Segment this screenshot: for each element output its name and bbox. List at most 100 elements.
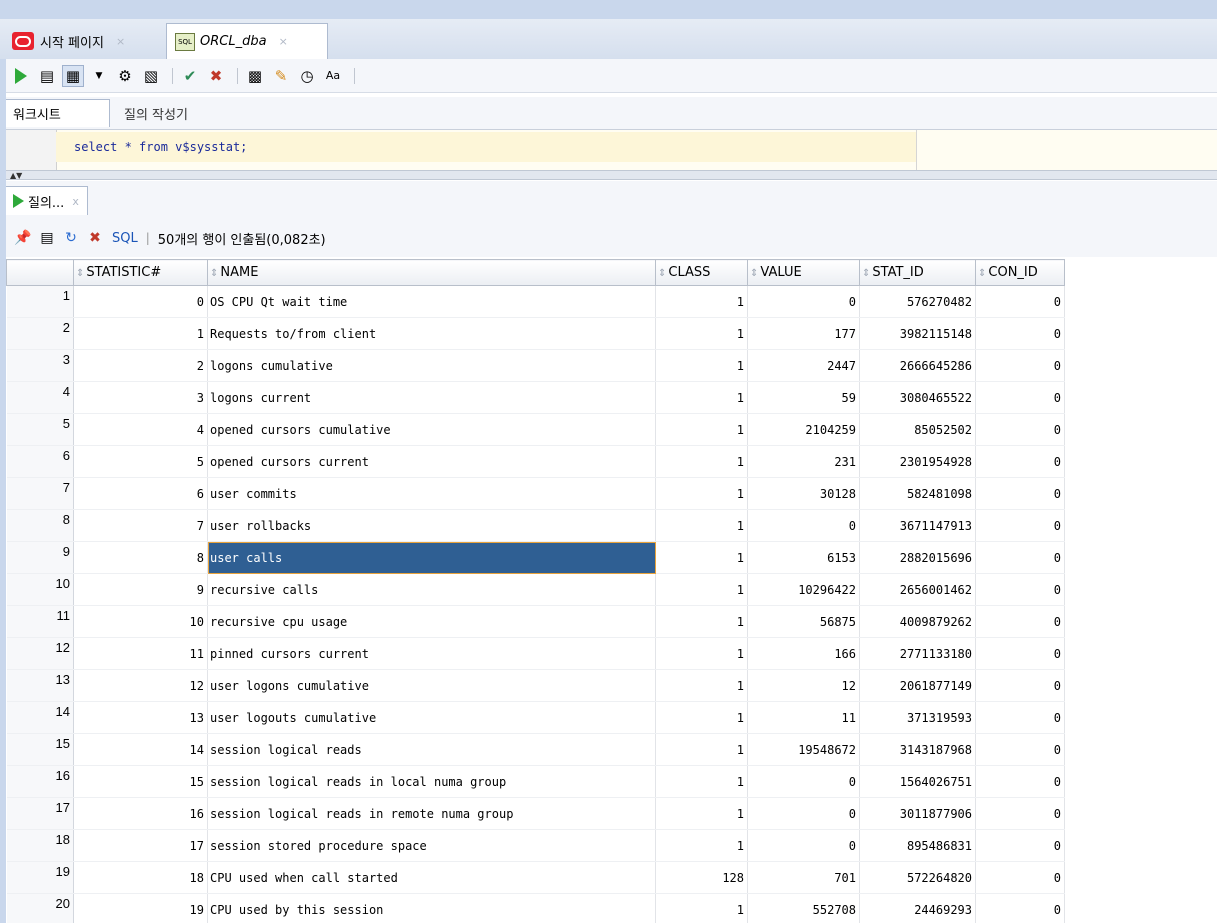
- table-row[interactable]: 2 1 Requests to/from client 1 177 3982115148 0: [6, 317, 1065, 350]
- cell-con-id[interactable]: 0: [975, 701, 1065, 734]
- column-header-statistic[interactable]: ⇕ STATISTIC#: [73, 259, 208, 286]
- cell-statistic[interactable]: 6: [73, 477, 208, 510]
- table-row[interactable]: 6 5 opened cursors current 1 231 2301954928 0: [6, 445, 1065, 478]
- table-row[interactable]: 13 12 user logons cumulative 1 12 2061877149 0: [6, 669, 1065, 702]
- cell-con-id[interactable]: 0: [975, 733, 1065, 766]
- table-row[interactable]: 20 19 CPU used by this session 1 552708 24469…: [6, 893, 1065, 923]
- cell-statistic[interactable]: 10: [73, 605, 208, 638]
- cell-class[interactable]: 1: [655, 765, 748, 798]
- cell-class[interactable]: 1: [655, 349, 748, 382]
- cell-class[interactable]: 1: [655, 317, 748, 350]
- cell-statistic[interactable]: 2: [73, 349, 208, 382]
- cell-con-id[interactable]: 0: [975, 669, 1065, 702]
- cell-value[interactable]: 11: [747, 701, 860, 734]
- autotrace-button[interactable]: ▦: [62, 64, 84, 87]
- cell-name[interactable]: recursive calls: [207, 573, 656, 606]
- cell-name[interactable]: session logical reads in remote numa gro…: [207, 797, 656, 830]
- cell-class[interactable]: 1: [655, 669, 748, 702]
- cell-statistic[interactable]: 18: [73, 861, 208, 894]
- pin-icon[interactable]: 📌: [14, 229, 32, 247]
- commit-button[interactable]: ✔: [179, 65, 201, 87]
- cell-con-id[interactable]: 0: [975, 765, 1065, 798]
- table-row[interactable]: 5 4 opened cursors cumulative 1 2104259 85052…: [6, 413, 1065, 446]
- print-icon[interactable]: ▤: [38, 229, 56, 247]
- cell-name[interactable]: user calls: [207, 541, 656, 574]
- column-header-class[interactable]: ⇕ CLASS: [655, 259, 748, 286]
- cell-stat-id[interactable]: 895486831: [859, 829, 976, 862]
- cell-name[interactable]: session logical reads: [207, 733, 656, 766]
- result-grid[interactable]: ⇕ STATISTIC# ⇕ NAME ⇕ CLASS ⇕ VALUE ⇕ STAT_ID…: [6, 259, 1217, 923]
- cell-stat-id[interactable]: 2656001462: [859, 573, 976, 606]
- tab-worksheet[interactable]: 워크시트: [4, 99, 110, 127]
- cell-stat-id[interactable]: 2666645286: [859, 349, 976, 382]
- cell-value[interactable]: 10296422: [747, 573, 860, 606]
- cell-statistic[interactable]: 9: [73, 573, 208, 606]
- cancel-fetch-icon[interactable]: ✖: [86, 229, 104, 247]
- cell-con-id[interactable]: 0: [975, 445, 1065, 478]
- sql-tuning-button[interactable]: ▧: [140, 65, 162, 87]
- cell-class[interactable]: 1: [655, 797, 748, 830]
- cell-class[interactable]: 1: [655, 509, 748, 542]
- cell-stat-id[interactable]: 4009879262: [859, 605, 976, 638]
- cell-class[interactable]: 1: [655, 637, 748, 670]
- cell-name[interactable]: logons cumulative: [207, 349, 656, 382]
- cell-statistic[interactable]: 19: [73, 893, 208, 923]
- tab-query-builder[interactable]: 질의 작성기: [124, 99, 188, 127]
- sql-editor[interactable]: select * from v$sysstat;: [0, 130, 1217, 170]
- table-row[interactable]: 16 15 session logical reads in local numa …: [6, 765, 1065, 798]
- cell-class[interactable]: 1: [655, 413, 748, 446]
- cell-con-id[interactable]: 0: [975, 797, 1065, 830]
- cell-value[interactable]: 12: [747, 669, 860, 702]
- cell-class[interactable]: 1: [655, 477, 748, 510]
- cell-class[interactable]: 1: [655, 445, 748, 478]
- cell-value[interactable]: 701: [747, 861, 860, 894]
- cell-name[interactable]: session stored procedure space: [207, 829, 656, 862]
- close-icon[interactable]: ×: [116, 35, 125, 48]
- cell-stat-id[interactable]: 582481098: [859, 477, 976, 510]
- cell-stat-id[interactable]: 572264820: [859, 861, 976, 894]
- table-row[interactable]: 18 17 session stored procedure space 1 0 8954…: [6, 829, 1065, 862]
- cell-stat-id[interactable]: 3011877906: [859, 797, 976, 830]
- cell-value[interactable]: 0: [747, 509, 860, 542]
- table-row[interactable]: 11 10 recursive cpu usage 1 56875 4009879262 0: [6, 605, 1065, 638]
- table-row[interactable]: 17 16 session logical reads in remote numa…: [6, 797, 1065, 830]
- cell-name[interactable]: user commits: [207, 477, 656, 510]
- cell-value[interactable]: 56875: [747, 605, 860, 638]
- cell-class[interactable]: 1: [655, 381, 748, 414]
- cell-con-id[interactable]: 0: [975, 861, 1065, 894]
- cell-stat-id[interactable]: 3143187968: [859, 733, 976, 766]
- run-statement-button[interactable]: [10, 65, 32, 87]
- cell-class[interactable]: 1: [655, 701, 748, 734]
- run-script-button[interactable]: ▤: [36, 65, 58, 87]
- cell-name[interactable]: user logouts cumulative: [207, 701, 656, 734]
- table-row[interactable]: 9 8 user calls 1 6153 2882015696 0: [6, 541, 1065, 574]
- cell-stat-id[interactable]: 3080465522: [859, 381, 976, 414]
- cell-value[interactable]: 0: [747, 797, 860, 830]
- table-row[interactable]: 19 18 CPU used when call started 128 701 5722…: [6, 861, 1065, 894]
- cell-class[interactable]: 1: [655, 541, 748, 574]
- cell-class[interactable]: 1: [655, 893, 748, 923]
- cell-con-id[interactable]: 0: [975, 509, 1065, 542]
- cell-con-id[interactable]: 0: [975, 285, 1065, 318]
- cell-class[interactable]: 1: [655, 733, 748, 766]
- explain-plan-button[interactable]: ⚙: [114, 65, 136, 87]
- cell-name[interactable]: user rollbacks: [207, 509, 656, 542]
- cell-name[interactable]: opened cursors current: [207, 445, 656, 478]
- splitter-handle[interactable]: ▲▼: [0, 170, 1217, 180]
- tab-start-page[interactable]: 시작 페이지 ×: [4, 23, 162, 59]
- close-icon[interactable]: x: [72, 195, 79, 208]
- cell-con-id[interactable]: 0: [975, 317, 1065, 350]
- table-row[interactable]: 10 9 recursive calls 1 10296422 2656001462 0: [6, 573, 1065, 606]
- cell-con-id[interactable]: 0: [975, 349, 1065, 382]
- cell-class[interactable]: 1: [655, 573, 748, 606]
- cell-stat-id[interactable]: 1564026751: [859, 765, 976, 798]
- cell-value[interactable]: 166: [747, 637, 860, 670]
- cell-value[interactable]: 30128: [747, 477, 860, 510]
- cell-stat-id[interactable]: 24469293: [859, 893, 976, 923]
- cell-stat-id[interactable]: 3671147913: [859, 509, 976, 542]
- cell-name[interactable]: OS CPU Qt wait time: [207, 285, 656, 318]
- cell-name[interactable]: opened cursors cumulative: [207, 413, 656, 446]
- refresh-icon[interactable]: ↻: [62, 229, 80, 247]
- cell-class[interactable]: 128: [655, 861, 748, 894]
- cell-statistic[interactable]: 8: [73, 541, 208, 574]
